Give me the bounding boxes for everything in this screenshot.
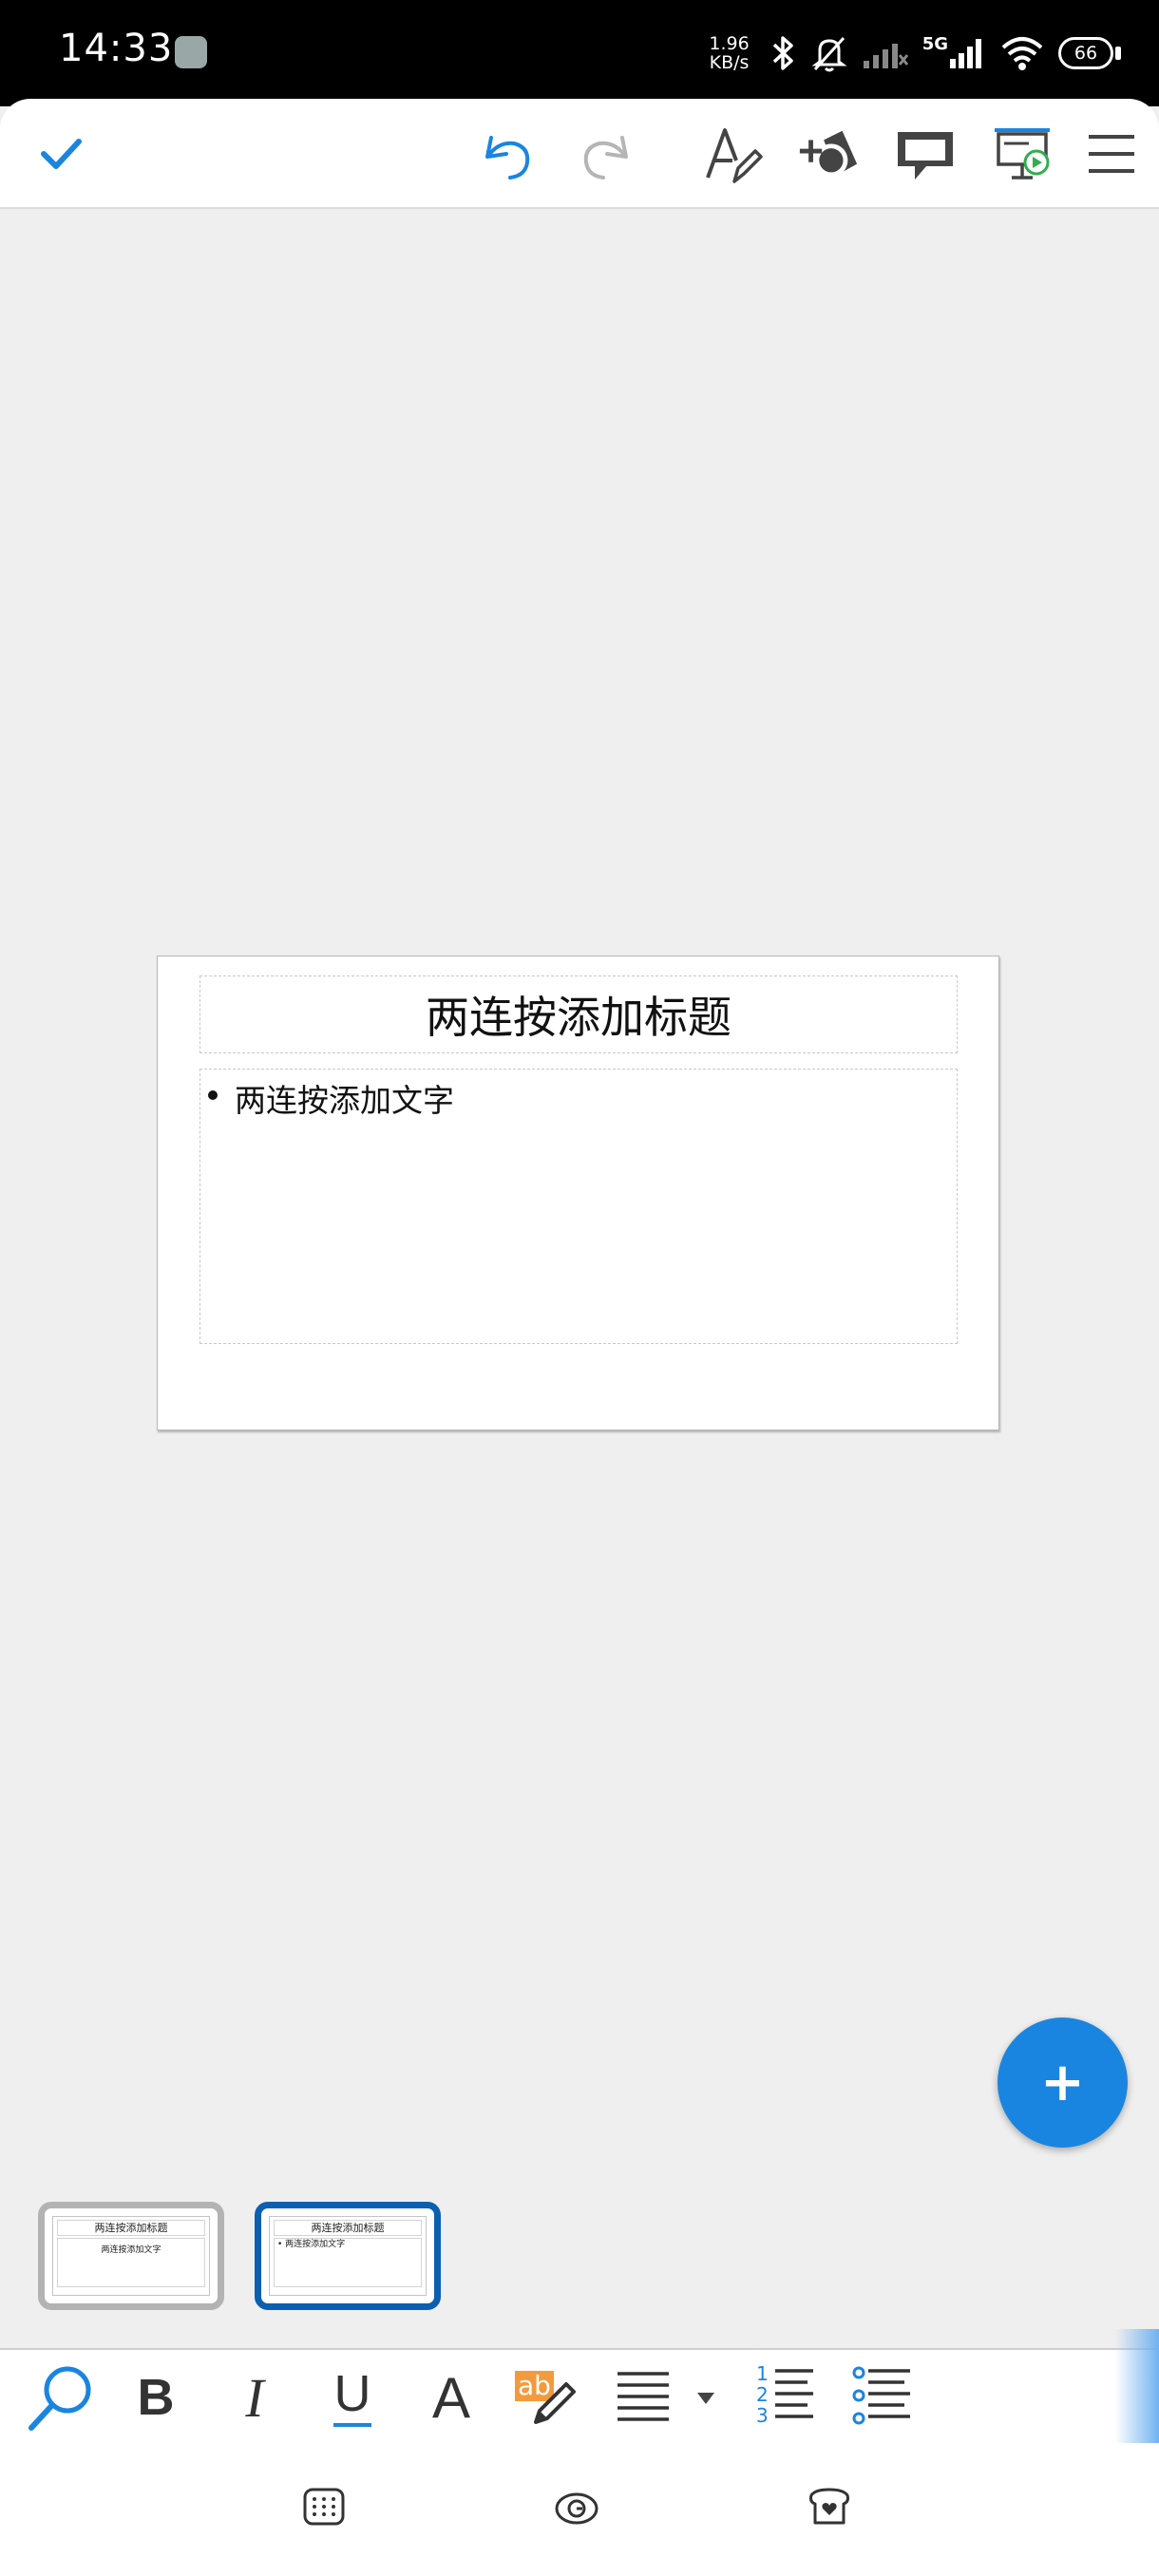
insert-icon (799, 130, 858, 178)
italic-label: I (245, 2366, 264, 2429)
app-screen: 14:33 1.96 KB/s 5G 66 两连按添加标题 两连按添加文字 + … (0, 0, 1159, 2576)
search-icon (28, 2366, 91, 2431)
slideshow-button[interactable] (990, 122, 1054, 186)
net-speed-unit: KB/s (709, 52, 750, 73)
done-button[interactable] (28, 122, 93, 186)
slide-thumbnail-1[interactable]: 两连按添加标题 两连按添加文字 (38, 2202, 224, 2310)
bluetooth-icon (769, 34, 797, 72)
underline-button[interactable]: U (319, 2359, 386, 2435)
body-placeholder-text: 两连按添加文字 (235, 1082, 454, 1119)
body-placeholder[interactable]: 两连按添加文字 (200, 1069, 958, 1344)
undo-icon (485, 136, 530, 180)
thumbnail-preview: 两连按添加标题 两连按添加文字 (52, 2216, 210, 2296)
checkmark-icon (41, 139, 82, 169)
italic-button[interactable]: I (224, 2359, 285, 2435)
redo-button[interactable] (574, 122, 638, 186)
nav-home-button[interactable] (553, 2483, 600, 2530)
undo-button[interactable] (475, 122, 540, 186)
underline-label: U (333, 2365, 371, 2422)
comment-button[interactable] (893, 122, 958, 186)
numbered-list-icon: 1 2 3 (754, 2363, 815, 2432)
hamburger-menu-icon (1089, 135, 1134, 173)
signal-5g-icon: 5G (922, 36, 986, 70)
bullet-item: 两连按添加文字 (208, 1075, 454, 1121)
thumbnail-body-text: • 两连按添加文字 (277, 2240, 346, 2249)
font-color-button[interactable]: A (418, 2359, 484, 2435)
highlight-button[interactable]: ab (509, 2359, 581, 2435)
thumbnail-body-text: 两连按添加文字 (101, 2245, 162, 2255)
status-bar: 14:33 1.96 KB/s 5G 66 (0, 0, 1159, 106)
thumbnail-title: 两连按添加标题 (57, 2220, 205, 2236)
net-speed-value: 1.96 (709, 33, 750, 54)
bold-label: B (137, 2369, 175, 2426)
align-justify-icon (618, 2372, 714, 2421)
bullet-dot (208, 1090, 218, 1100)
comment-icon (898, 132, 953, 180)
insert-button[interactable] (796, 122, 861, 186)
bullet-list-button[interactable] (849, 2359, 914, 2435)
thumbnail-title: 两连按添加标题 (274, 2220, 422, 2236)
keyboard-grid-icon (303, 2488, 345, 2526)
title-placeholder[interactable]: 两连按添加标题 (200, 975, 958, 1053)
notification-app-icon (175, 36, 207, 68)
text-format-button[interactable] (701, 122, 766, 186)
battery-icon: 66 (1058, 37, 1113, 69)
status-time: 14:33 (59, 27, 174, 70)
numbered-list-digit-2: 2 (756, 2383, 769, 2406)
battery-indicator: 66 (1058, 37, 1121, 69)
add-slide-button[interactable]: + (998, 2017, 1128, 2148)
status-icons: 1.96 KB/s 5G 66 (709, 25, 1121, 82)
nav-keyboard-button[interactable] (300, 2483, 348, 2530)
nav-back-button[interactable] (806, 2483, 853, 2530)
text-format-icon (706, 128, 763, 183)
thumbnail-body: 两连按添加文字 (57, 2238, 205, 2287)
highlight-icon: ab (511, 2369, 580, 2426)
paragraph-align-button[interactable] (614, 2359, 718, 2435)
numbered-list-digit-3: 3 (756, 2404, 769, 2427)
underline-bar (333, 2423, 371, 2427)
search-button[interactable] (21, 2359, 103, 2435)
wifi-icon (999, 34, 1045, 72)
numbered-list-digit-1: 1 (756, 2362, 769, 2385)
signal-weak-icon (862, 36, 909, 70)
scroll-edge-glow (1115, 2329, 1159, 2443)
plus-icon: + (1040, 2052, 1085, 2113)
redo-icon (583, 136, 628, 180)
slideshow-icon (995, 128, 1050, 180)
thumbnail-preview: 两连按添加标题 • 两连按添加文字 (269, 2216, 427, 2296)
bold-button[interactable]: B (125, 2359, 186, 2435)
network-type-label: 5G (922, 34, 948, 54)
net-speed: 1.96 KB/s (709, 34, 749, 72)
font-color-label: A (431, 2365, 471, 2430)
menu-button[interactable] (1079, 122, 1144, 186)
title-placeholder-text: 两连按添加标题 (426, 992, 732, 1043)
slide-canvas[interactable]: 两连按添加标题 两连按添加文字 (157, 956, 999, 1430)
slide-thumbnail-2[interactable]: 两连按添加标题 • 两连按添加文字 (255, 2202, 441, 2310)
bullet-list-icon (852, 2366, 910, 2425)
bread-heart-icon (809, 2488, 849, 2525)
mute-bell-icon (810, 33, 848, 73)
numbered-list-button[interactable]: 1 2 3 (752, 2359, 817, 2435)
system-nav-bar (0, 2443, 1159, 2576)
thumbnail-body: • 两连按添加文字 (274, 2238, 422, 2287)
editor-toolbar (0, 99, 1159, 209)
swirl-icon (555, 2492, 598, 2525)
format-bar: B I U A ab 1 2 3 (0, 2348, 1159, 2443)
battery-level: 66 (1074, 43, 1098, 64)
